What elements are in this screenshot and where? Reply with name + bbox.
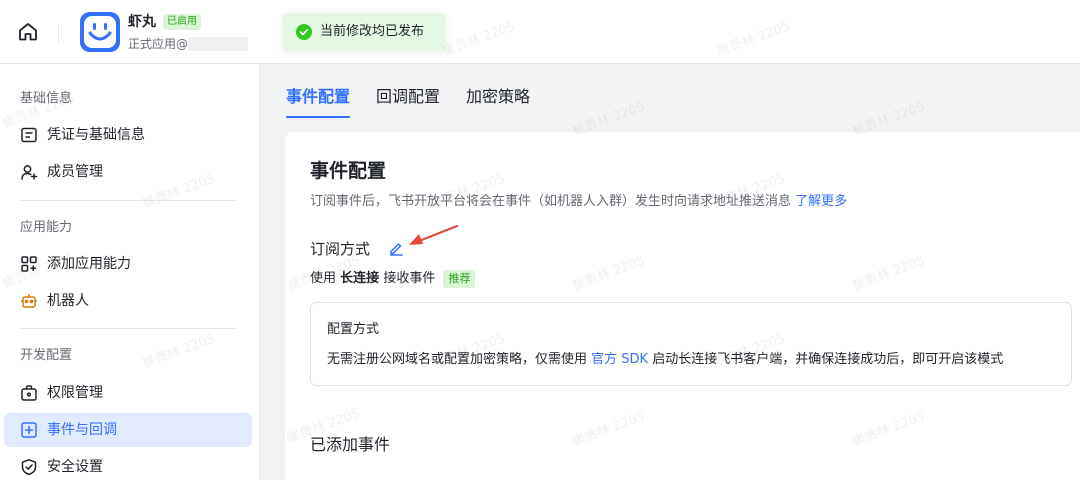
description-text: 订阅事件后，飞书开放平台将会在事件（如机器人入群）发生时向请求地址推送消息 bbox=[310, 194, 792, 209]
tab-callback-config[interactable]: 回调配置 bbox=[376, 86, 440, 108]
config-desc-part2: 启动长连接飞书客户端，并确保连接成功后，即可开启该模式 bbox=[652, 352, 1004, 367]
learn-more-link[interactable]: 了解更多 bbox=[795, 194, 847, 209]
page-description: 订阅事件后，飞书开放平台将会在事件（如机器人入群）发生时向请求地址推送消息 了解… bbox=[310, 193, 847, 211]
sidebar-item-credentials[interactable]: 凭证与基础信息 bbox=[4, 118, 252, 152]
success-check-icon bbox=[296, 24, 312, 40]
top-header: 虾丸 已启用 正式应用@ 当前修改均已发布 bbox=[0, 0, 1080, 64]
toast-message: 当前修改均已发布 bbox=[320, 24, 425, 39]
sidebar-item-permissions[interactable]: 权限管理 bbox=[4, 376, 252, 410]
status-badge: 已启用 bbox=[163, 14, 201, 30]
official-sdk-link[interactable]: 官方 SDK bbox=[591, 352, 648, 367]
edit-icon[interactable] bbox=[388, 240, 404, 256]
method-prefix: 使用 bbox=[310, 271, 337, 286]
success-toast: 当前修改均已发布 bbox=[282, 13, 446, 51]
app-type-label: 正式应用@ bbox=[128, 37, 189, 51]
home-icon[interactable] bbox=[16, 20, 40, 44]
sidebar-item-members[interactable]: 成员管理 bbox=[4, 155, 252, 189]
sidebar-divider bbox=[20, 328, 236, 329]
sidebar-item-events[interactable]: 事件与回调 bbox=[4, 413, 252, 447]
sidebar-group-dev: 开发配置 bbox=[20, 348, 73, 363]
member-icon bbox=[21, 165, 38, 180]
tab-event-config[interactable]: 事件配置 bbox=[286, 86, 350, 108]
sidebar: 基础信息 凭证与基础信息 成员管理 应用能力 添加应用能力 机器人 开发配置 权… bbox=[0, 64, 260, 480]
config-method-box: 配置方式 无需注册公网域名或配置加密策略，仅需使用 官方 SDK 启动长连接飞书… bbox=[310, 302, 1072, 386]
sidebar-group-capability: 应用能力 bbox=[20, 220, 73, 235]
method-name: 长连接 bbox=[340, 271, 380, 286]
sidebar-item-security[interactable]: 安全设置 bbox=[4, 450, 252, 480]
app-capability-icon bbox=[21, 256, 37, 272]
sidebar-divider bbox=[20, 200, 236, 201]
config-method-description: 无需注册公网域名或配置加密策略，仅需使用 官方 SDK 启动长连接飞书客户端，并… bbox=[327, 351, 1003, 369]
event-config-card: 事件配置 订阅事件后，飞书开放平台将会在事件（如机器人入群）发生时向请求地址推送… bbox=[285, 132, 1080, 480]
recommend-badge: 推荐 bbox=[443, 270, 476, 288]
app-name: 虾丸 bbox=[128, 14, 156, 30]
tab-encryption-strategy[interactable]: 加密策略 bbox=[466, 86, 530, 108]
method-suffix: 接收事件 bbox=[383, 271, 436, 286]
event-icon bbox=[21, 422, 37, 438]
sidebar-item-label: 权限管理 bbox=[47, 385, 103, 401]
shield-icon bbox=[21, 459, 37, 476]
active-tab-indicator bbox=[286, 116, 350, 118]
page-title: 事件配置 bbox=[310, 160, 387, 182]
sidebar-item-label: 添加应用能力 bbox=[47, 256, 131, 272]
config-tabs: 事件配置 回调配置 加密策略 bbox=[262, 64, 1080, 120]
permission-icon bbox=[21, 385, 37, 401]
credential-icon bbox=[21, 127, 37, 143]
added-events-title: 已添加事件 bbox=[310, 435, 391, 454]
redacted-app-id bbox=[188, 37, 248, 51]
sidebar-group-basic: 基础信息 bbox=[20, 91, 73, 106]
sidebar-item-label: 机器人 bbox=[47, 293, 89, 309]
sidebar-item-label: 事件与回调 bbox=[47, 422, 117, 438]
subscribe-method-value: 使用 长连接 接收事件 推荐 bbox=[310, 270, 476, 288]
subscribe-method-title: 订阅方式 bbox=[310, 240, 371, 258]
sidebar-item-label: 凭证与基础信息 bbox=[47, 127, 145, 143]
config-method-title: 配置方式 bbox=[327, 322, 380, 337]
sidebar-item-robot[interactable]: 机器人 bbox=[4, 284, 252, 318]
sidebar-item-label: 安全设置 bbox=[47, 459, 103, 475]
sidebar-item-label: 成员管理 bbox=[47, 164, 103, 180]
sidebar-item-add-capability[interactable]: 添加应用能力 bbox=[4, 247, 252, 281]
app-avatar bbox=[80, 12, 120, 52]
header-divider bbox=[58, 24, 59, 42]
config-desc-part1: 无需注册公网域名或配置加密策略，仅需使用 bbox=[327, 352, 588, 367]
robot-icon bbox=[21, 294, 37, 308]
